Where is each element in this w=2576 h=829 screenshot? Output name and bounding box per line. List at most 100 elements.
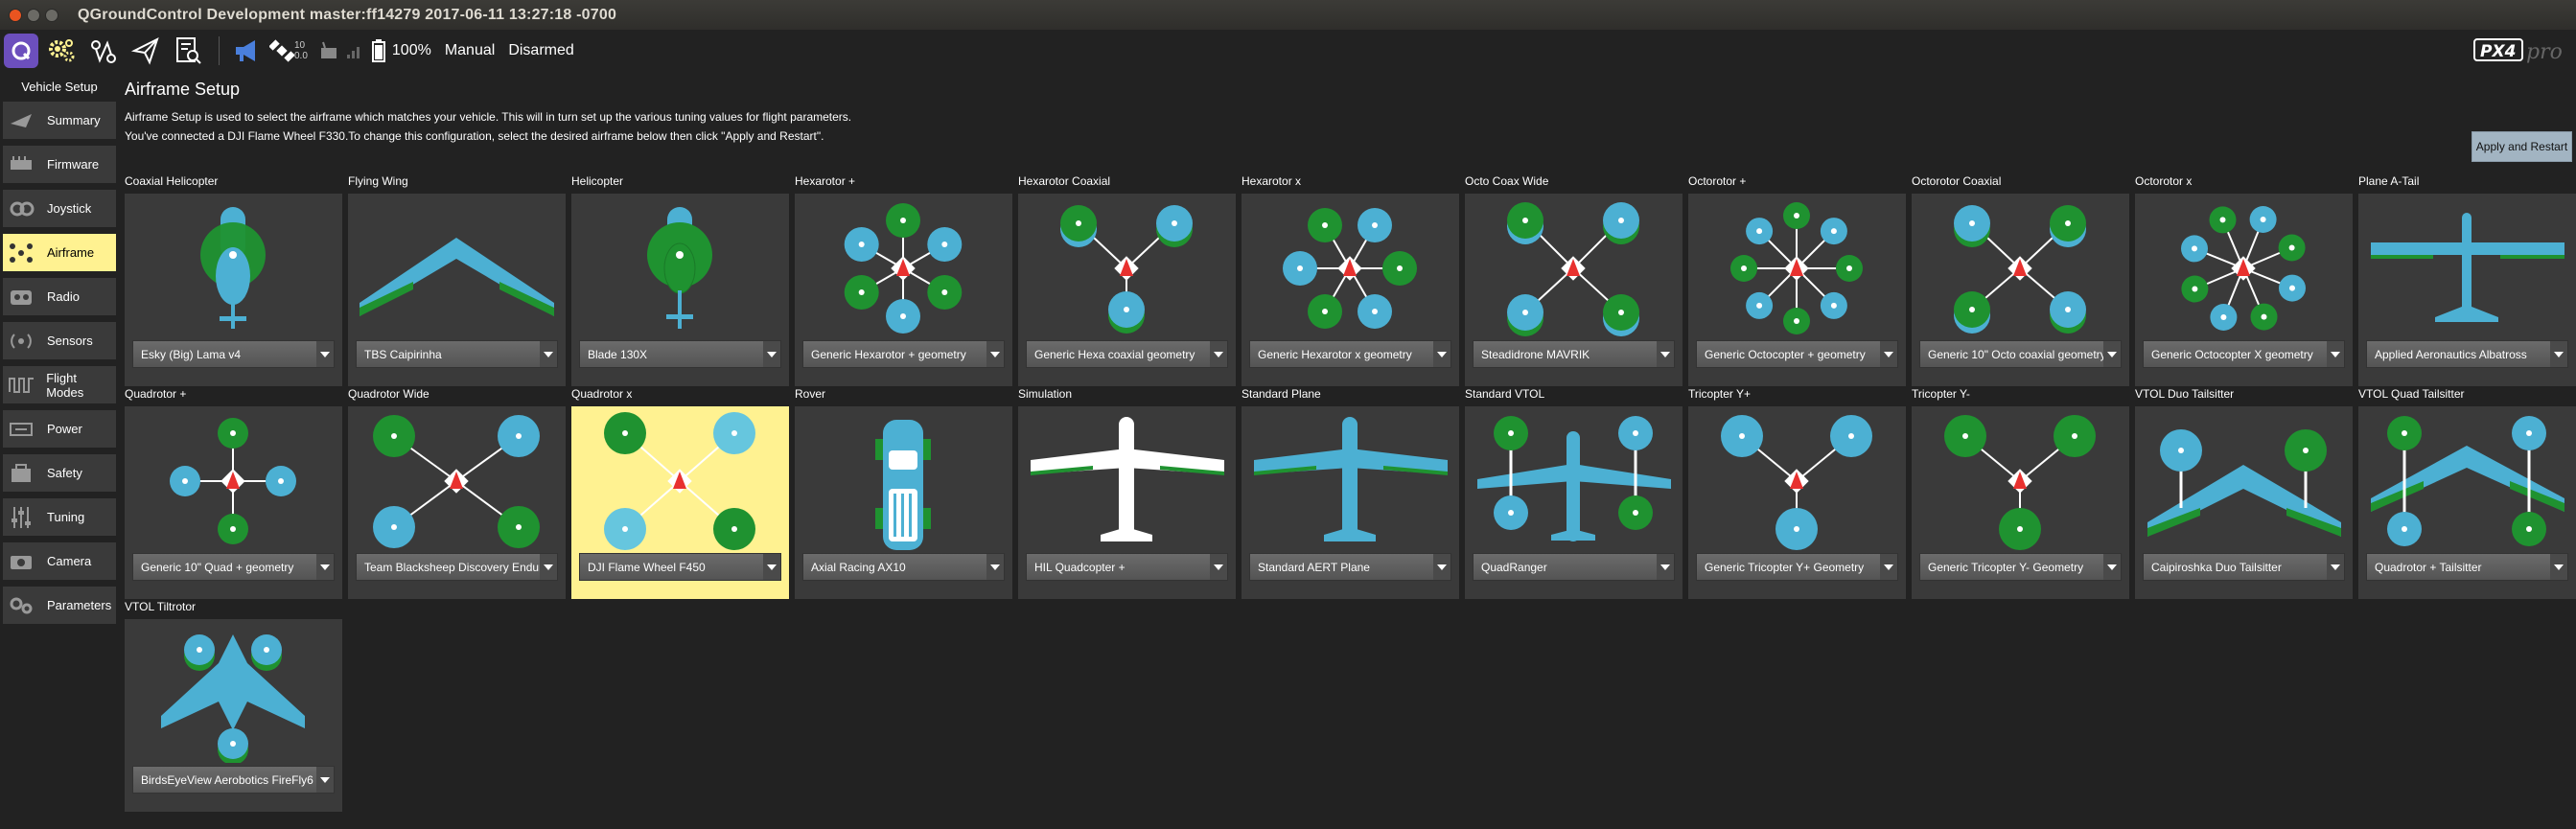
airframe-card-quadrotor-wide[interactable]: Quadrotor Wide Team Blacksheep Discovery … xyxy=(348,387,566,599)
airframe-model-dropdown[interactable]: HIL Quadcopter + xyxy=(1026,553,1228,581)
airframe-model-dropdown[interactable]: TBS Caipirinha xyxy=(356,340,558,368)
airframe-tile[interactable]: Generic Octocopter X geometry xyxy=(2135,194,2353,386)
airframe-model-dropdown[interactable]: Generic Octocopter + geometry xyxy=(1696,340,1898,368)
fly-view-icon[interactable] xyxy=(127,32,165,70)
airframe-card-rover[interactable]: Rover Axial Racing AX10 xyxy=(795,387,1012,599)
airframe-tile[interactable]: TBS Caipirinha xyxy=(348,194,566,386)
apply-and-restart-button[interactable]: Apply and Restart xyxy=(2472,131,2572,162)
analyze-view-icon[interactable] xyxy=(169,32,207,70)
airframe-card-hexarotor-x[interactable]: Hexarotor x Generic Hexarotor x geometry xyxy=(1242,174,1459,386)
airframe-card-simulation[interactable]: Simulation HIL Quadcopter + xyxy=(1018,387,1236,599)
sidebar-item-radio[interactable]: Radio xyxy=(3,278,116,315)
sidebar-item-safety[interactable]: Safety xyxy=(3,454,116,492)
airframe-card-tricopter-y[interactable]: Tricopter Y- Generic Tricopter Y- Geometr… xyxy=(1912,387,2129,599)
rc-rssi-icon[interactable] xyxy=(344,32,365,70)
qgc-logo-button[interactable] xyxy=(0,32,38,70)
sidebar-item-joystick[interactable]: Joystick xyxy=(3,190,116,227)
airframe-card-helicopter[interactable]: Helicopter Blade 130X xyxy=(571,174,789,386)
airframe-card-hexarotor-coaxial[interactable]: Hexarotor Coaxial Generic Hexa coaxial ge… xyxy=(1018,174,1236,386)
airframe-model-dropdown[interactable]: Generic Tricopter Y+ Geometry xyxy=(1696,553,1898,581)
airframe-model-dropdown[interactable]: Generic 10" Octo coaxial geometry xyxy=(1919,340,2122,368)
airframe-model-dropdown[interactable]: Axial Racing AX10 xyxy=(802,553,1005,581)
sidebar-item-camera[interactable]: Camera xyxy=(3,542,116,580)
airframe-model-dropdown[interactable]: Generic 10" Quad + geometry xyxy=(132,553,335,581)
airframe-tile[interactable]: Team Blacksheep Discovery Endurance xyxy=(348,406,566,599)
window-close-button[interactable] xyxy=(9,8,22,22)
airframe-model-dropdown[interactable]: Generic Hexarotor x geometry xyxy=(1249,340,1451,368)
airframe-model-dropdown[interactable]: Quadrotor + Tailsitter xyxy=(2366,553,2568,581)
window-maximize-button[interactable] xyxy=(45,8,58,22)
airframe-tile[interactable]: HIL Quadcopter + xyxy=(1018,406,1236,599)
airframe-model-dropdown[interactable]: Caipiroshka Duo Tailsitter xyxy=(2143,553,2345,581)
airframe-model-dropdown[interactable]: Generic Tricopter Y- Geometry xyxy=(1919,553,2122,581)
airframe-tile[interactable]: Standard AERT Plane xyxy=(1242,406,1459,599)
airframe-model-dropdown[interactable]: Applied Aeronautics Albatross xyxy=(2366,340,2568,368)
airframe-card-vtol-duo-tailsitter[interactable]: VTOL Duo Tailsitter Caipiroshka Duo Tails… xyxy=(2135,387,2353,599)
airframe-card-quadrotor[interactable]: Quadrotor + Generic 10" Quad + geometry xyxy=(125,387,342,599)
sidebar-item-flight-modes[interactable]: Flight Modes xyxy=(3,366,116,403)
setup-gear-icon[interactable] xyxy=(42,32,81,70)
airframe-card-octo-coax-wide[interactable]: Octo Coax Wide Steadidrone MAVRIK xyxy=(1465,174,1683,386)
airframe-card-vtol-quad-tailsitter[interactable]: VTOL Quad Tailsitter Quadrotor + Tailsitt… xyxy=(2358,387,2576,599)
sidebar-item-airframe[interactable]: Airframe xyxy=(3,234,116,271)
airframe-card-tricopter-y[interactable]: Tricopter Y+ Generic Tricopter Y+ Geometr… xyxy=(1688,387,1906,599)
airframe-tile[interactable]: Generic Tricopter Y+ Geometry xyxy=(1688,406,1906,599)
sidebar-item-sensors[interactable]: Sensors xyxy=(3,322,116,359)
airframe-card-coaxial-helicopter[interactable]: Coaxial Helicopter Esky (Big) Lama v4 xyxy=(125,174,342,386)
airframe-card-quadrotor-x[interactable]: Quadrotor x DJI Flame Wheel F450 xyxy=(571,387,789,599)
dropdown-selected-value: Generic 10" Quad + geometry xyxy=(141,560,294,574)
airframe-card-plane-a-tail[interactable]: Plane A-Tail Applied Aeronautics Albatros… xyxy=(2358,174,2576,386)
airframe-model-dropdown[interactable]: Team Blacksheep Discovery Endurance xyxy=(356,553,558,581)
airframe-tile[interactable]: Generic Octocopter + geometry xyxy=(1688,194,1906,386)
airframe-model-dropdown[interactable]: Generic Hexa coaxial geometry xyxy=(1026,340,1228,368)
airframe-tile[interactable]: Generic Hexarotor x geometry xyxy=(1242,194,1459,386)
airframe-tile[interactable]: Generic 10" Quad + geometry xyxy=(125,406,342,599)
airframe-tile[interactable]: QuadRanger xyxy=(1465,406,1683,599)
sidebar-item-firmware[interactable]: Firmware xyxy=(3,146,116,183)
airframe-card-octorotor[interactable]: Octorotor + Generic Octocopter + geometry xyxy=(1688,174,1906,386)
battery-icon[interactable] xyxy=(369,32,388,70)
airframe-card-standard-plane[interactable]: Standard Plane Standard AERT Plane xyxy=(1242,387,1459,599)
airframe-model-dropdown[interactable]: QuadRanger xyxy=(1473,553,1675,581)
gps-satellite-icon[interactable] xyxy=(269,32,294,70)
sidebar-item-parameters[interactable]: Parameters xyxy=(3,587,116,624)
rc-transmitter-icon[interactable] xyxy=(317,32,340,70)
airframe-model-dropdown[interactable]: Generic Octocopter X geometry xyxy=(2143,340,2345,368)
airframe-model-dropdown[interactable]: Esky (Big) Lama v4 xyxy=(132,340,335,368)
plan-view-icon[interactable] xyxy=(84,32,123,70)
airframe-card-hexarotor[interactable]: Hexarotor + Generic Hexarotor + geometry xyxy=(795,174,1012,386)
airframe-tile[interactable]: Esky (Big) Lama v4 xyxy=(125,194,342,386)
airframe-tile[interactable]: Axial Racing AX10 xyxy=(795,406,1012,599)
airframe-card-octorotor-coaxial[interactable]: Octorotor Coaxial Generic 10" Octo coaxia… xyxy=(1912,174,2129,386)
airframe-tile[interactable]: Generic 10" Octo coaxial geometry xyxy=(1912,194,2129,386)
airframe-model-dropdown[interactable]: BirdsEyeView Aerobotics FireFly6 xyxy=(132,766,335,794)
airframe-card-flying-wing[interactable]: Flying Wing TBS Caipirinha xyxy=(348,174,566,386)
airframe-tile[interactable]: Blade 130X xyxy=(571,194,789,386)
airframe-tile[interactable]: DJI Flame Wheel F450 xyxy=(571,406,789,599)
airframe-tile[interactable]: Quadrotor + Tailsitter xyxy=(2358,406,2576,599)
airframe-tile[interactable]: Generic Hexa coaxial geometry xyxy=(1018,194,1236,386)
flight-mode-selector[interactable]: Manual xyxy=(445,42,495,59)
airframe-tile[interactable]: Steadidrone MAVRIK xyxy=(1465,194,1683,386)
airframe-card-standard-vtol[interactable]: Standard VTOL QuadRanger xyxy=(1465,387,1683,599)
airframe-model-dropdown[interactable]: Standard AERT Plane xyxy=(1249,553,1451,581)
airframe-tile[interactable]: Generic Hexarotor + geometry xyxy=(795,194,1012,386)
window-minimize-button[interactable] xyxy=(27,8,40,22)
airframe-tile[interactable]: Generic Tricopter Y- Geometry xyxy=(1912,406,2129,599)
sidebar-item-tuning[interactable]: Tuning xyxy=(3,498,116,536)
airframe-tile[interactable]: Applied Aeronautics Albatross xyxy=(2358,194,2576,386)
arm-state-indicator[interactable]: Disarmed xyxy=(508,42,573,59)
airframe-card-octorotor-x[interactable]: Octorotor x Generic Octocopter X geometry xyxy=(2135,174,2353,386)
sidebar-item-power[interactable]: Power xyxy=(3,410,116,448)
airframe-model-dropdown[interactable]: DJI Flame Wheel F450 xyxy=(579,553,781,581)
airframe-tile[interactable]: BirdsEyeView Aerobotics FireFly6 xyxy=(125,619,342,812)
dropdown-selected-value: Generic Octocopter + geometry xyxy=(1705,347,1866,361)
airframe-model-dropdown[interactable]: Generic Hexarotor + geometry xyxy=(802,340,1005,368)
tiltrotor-airframe-icon xyxy=(132,625,335,765)
sidebar-item-summary[interactable]: Summary xyxy=(3,102,116,139)
airframe-card-vtol-tiltrotor[interactable]: VTOL Tiltrotor BirdsEyeView Aerobotics Fi… xyxy=(125,600,342,812)
messages-megaphone-icon[interactable] xyxy=(227,32,266,70)
airframe-model-dropdown[interactable]: Blade 130X xyxy=(579,340,781,368)
airframe-model-dropdown[interactable]: Steadidrone MAVRIK xyxy=(1473,340,1675,368)
airframe-tile[interactable]: Caipiroshka Duo Tailsitter xyxy=(2135,406,2353,599)
